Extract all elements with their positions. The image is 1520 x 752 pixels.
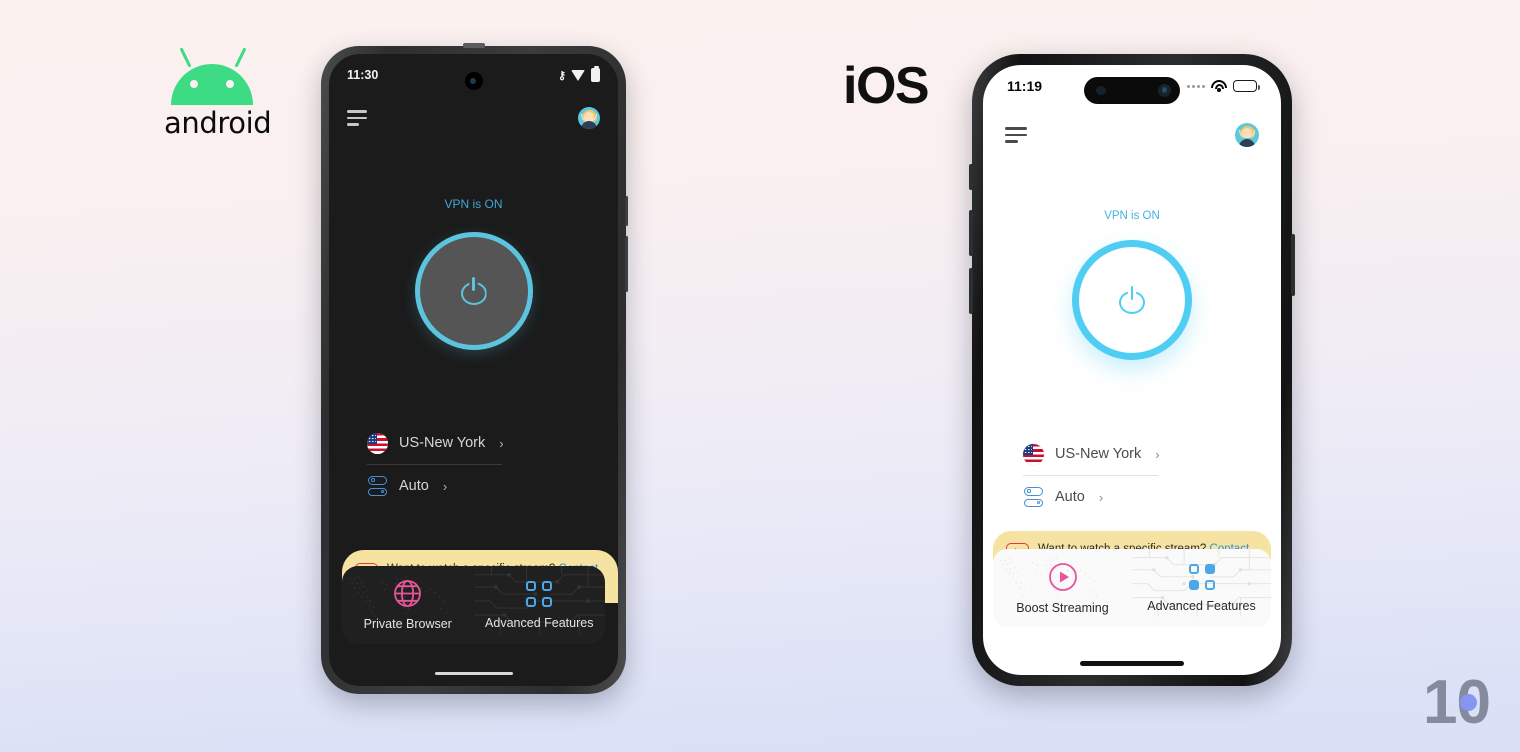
android-protocol-row[interactable]: Auto › [367,469,567,503]
android-antenna-left-icon [179,47,192,68]
power-icon [1119,286,1145,314]
android-feature-label-0: Private Browser [363,617,452,631]
ios-status-bar: 11:19 [983,65,1281,107]
ios-row-divider [1023,475,1158,476]
globe-icon [393,579,422,608]
android-connection-rows: US-New York › Auto › [367,426,567,503]
support-agent-avatar[interactable] [1235,123,1259,147]
android-server-label: US-New York [399,435,486,451]
support-agent-avatar[interactable] [578,107,600,129]
grid-squares-icon [526,580,553,607]
watermark-logo: 10 [1423,667,1491,738]
android-app-header [329,96,618,140]
ios-feature-advanced[interactable]: Advanced Features [1132,549,1271,627]
android-vpn-status-label: VPN is ON [444,197,503,211]
us-flag-icon [1023,443,1044,465]
ios-platform-logo: iOS [843,57,930,115]
ios-app-header [983,111,1281,159]
ios-screen: 11:19 VPN is ON US-New York › Auto › Boo… [983,65,1281,675]
chevron-right-icon: › [1098,489,1104,505]
ios-server-row[interactable]: US-New York › [1023,437,1233,471]
ios-status-icons [1187,80,1260,92]
android-status-bar: 11:30 ⚷ [329,54,618,96]
hamburger-menu-icon[interactable] [1005,127,1027,143]
chevron-right-icon: › [442,478,448,494]
android-volume-button[interactable] [625,196,628,226]
chevron-right-icon: › [1155,446,1160,462]
android-screen: 11:30 ⚷ VPN is ON US-New York › Auto › P… [329,54,618,686]
play-circle-icon [1048,562,1078,592]
ios-feature-label-0: Boost Streaming [1016,600,1109,615]
android-feature-label-1: Advanced Features [485,615,594,630]
wifi-icon [571,69,585,81]
android-feature-private-browser[interactable]: Private Browser [342,566,474,644]
android-earpiece [462,43,485,48]
power-icon [460,277,487,305]
ios-server-label: US-New York [1055,446,1142,462]
ios-volume-down-button[interactable] [969,268,973,314]
ios-protocol-label: Auto [1055,489,1085,505]
android-eye-right [226,80,234,88]
hamburger-menu-icon[interactable] [347,110,367,126]
android-eye-left [190,80,198,88]
vpn-key-icon: ⚷ [557,69,566,82]
android-feature-cards: Private Browser Advanced Features [342,566,605,644]
ios-phone-mockup: 11:19 VPN is ON US-New York › Auto › Boo… [969,54,1295,686]
android-server-row[interactable]: US-New York › [367,426,567,460]
android-protocol-label: Auto [399,478,429,494]
chevron-right-icon: › [499,435,504,451]
ios-protocol-row[interactable]: Auto › [1023,480,1233,514]
android-status-icons: ⚷ [557,65,600,82]
ios-power-side-button[interactable] [1291,234,1295,296]
ios-volume-up-button[interactable] [969,210,973,256]
ios-connection-rows: US-New York › Auto › [1023,437,1233,514]
ios-status-time: 11:19 [1007,78,1043,94]
android-wordmark: android [164,106,272,140]
android-phone-mockup: 11:30 ⚷ VPN is ON US-New York › Auto › P… [321,43,628,694]
ios-feature-label-1: Advanced Features [1147,598,1256,613]
watermark-dot [1460,694,1477,711]
battery-icon [591,65,600,82]
android-status-time: 11:30 [347,68,379,82]
battery-icon [1233,80,1260,92]
android-platform-logo: android [164,40,272,140]
ios-home-indicator[interactable] [1080,661,1184,666]
us-flag-icon [367,432,388,454]
ios-vpn-status-label: VPN is ON [1104,210,1160,222]
ios-feature-cards: Boost Streaming Advanced Features [993,549,1271,627]
android-antenna-right-icon [234,47,247,68]
android-row-divider [367,464,502,465]
wifi-icon [1211,80,1227,92]
android-power-side-button[interactable] [625,236,628,292]
android-home-indicator[interactable] [434,671,513,675]
grid-squares-icon [1188,563,1215,590]
android-feature-advanced[interactable]: Advanced Features [473,566,606,644]
android-vpn-power-button[interactable] [414,232,533,350]
ios-mute-switch[interactable] [969,164,973,190]
ios-feature-boost-streaming[interactable]: Boost Streaming [993,549,1132,627]
android-robot-head-icon [171,64,253,105]
signal-dots-icon [1187,84,1205,88]
protocol-toggle-icon [1023,487,1044,508]
protocol-toggle-icon [367,476,388,497]
ios-vpn-power-button[interactable] [1072,240,1192,360]
watermark-text: 10 [1423,668,1491,737]
